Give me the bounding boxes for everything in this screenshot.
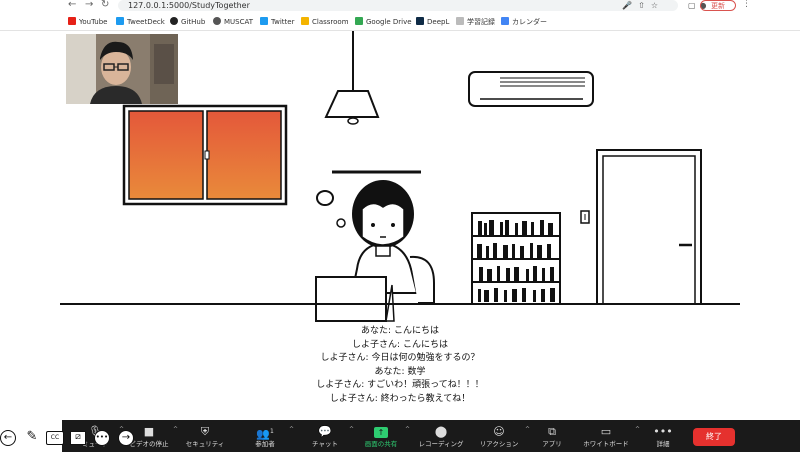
share-screen-button[interactable]: ↑ 画面の共有 ^ — [358, 420, 410, 452]
reaction-icon: ☺ — [493, 425, 505, 438]
whiteboard-button[interactable]: ▭ ホワイトボード ^ — [578, 420, 640, 452]
url-action-icons[interactable]: 🎤⇧☆ — [622, 0, 664, 11]
laptop — [315, 276, 395, 322]
url-text: 127.0.0.1:5000/StudyTogether — [128, 1, 250, 10]
end-meeting-button[interactable]: 終了 — [693, 428, 735, 446]
participants-button[interactable]: 👥1 参加者 ^ — [242, 420, 294, 452]
classroom-icon — [301, 17, 309, 25]
update-button[interactable]: 更新 — [700, 0, 736, 11]
bookmark-classroom[interactable]: Classroom — [301, 17, 349, 27]
bookmark-calendar[interactable]: カレンダー — [501, 17, 547, 27]
chevron-up-icon[interactable]: ^ — [635, 426, 640, 433]
forward-arrow-icon[interactable]: → — [118, 430, 134, 446]
share-screen-icon: ↑ — [358, 424, 404, 440]
bookmark-study-log[interactable]: 学習記録 — [456, 17, 495, 27]
page-icon — [456, 17, 464, 25]
zoom-meeting-toolbar: 🎙 ミュート ^ ■ ビデオの停止 ^ ⛨ セキュリティ 👥1 参加者 ^ 💬 … — [62, 420, 800, 452]
cc-icon[interactable]: CC — [46, 431, 64, 445]
bookmark-deepl[interactable]: DeepL — [416, 17, 449, 27]
tweetdeck-icon — [116, 17, 124, 25]
study-room-scene: あなた: こんにちは しよ子さん: こんにちは しよ子さん: 今日は何の勉強をす… — [0, 31, 800, 420]
apps-icon: ⧉ — [548, 425, 556, 438]
participant-count: 1 — [269, 428, 274, 435]
chat-line: あなた: 数学 — [374, 366, 426, 377]
back-arrow-icon[interactable]: ← — [68, 0, 76, 11]
bookmark-youtube[interactable]: YouTube — [68, 17, 107, 27]
apps-button[interactable]: ⧉ アプリ — [534, 420, 570, 452]
youtube-icon — [68, 17, 76, 25]
chat-line: しよ子さん: すごいわ！頑張ってね！！！ — [316, 380, 484, 390]
chevron-up-icon[interactable]: ^ — [289, 426, 294, 433]
more-icon[interactable]: ••• — [94, 430, 110, 446]
record-button[interactable]: ⬤ レコーディング — [414, 420, 468, 452]
browser-address-bar: ← → ↻ 127.0.0.1:5000/StudyTogether 🎤⇧☆ ▢… — [0, 0, 800, 12]
shield-icon: ⛨ — [200, 425, 210, 438]
bookmarks-bar: YouTube TweetDeck GitHub MUSCAT Twitter … — [0, 12, 800, 31]
reaction-button[interactable]: ☺ リアクション ^ — [474, 420, 530, 452]
bookmark-github[interactable]: GitHub — [170, 17, 205, 27]
bookmark-twitter[interactable]: Twitter — [260, 17, 294, 27]
chat-line: しよ子さん: こんにちは — [352, 339, 448, 350]
chevron-up-icon[interactable]: ^ — [173, 426, 178, 433]
webcam-video[interactable] — [66, 34, 178, 104]
whiteboard-icon: ▭ — [600, 425, 612, 438]
chevron-up-icon[interactable]: ^ — [405, 426, 410, 433]
window — [122, 104, 288, 206]
browser-menu-icon[interactable]: ⋮ — [742, 0, 751, 9]
door — [596, 149, 702, 305]
more-icon: ••• — [653, 425, 673, 438]
webcam-person-image — [66, 34, 178, 104]
bookmark-google-drive[interactable]: Google Drive — [355, 17, 412, 27]
chevron-up-icon[interactable]: ^ — [349, 426, 354, 433]
chat-line: あなた: こんにちは — [361, 326, 439, 336]
more-button[interactable]: ••• 詳細 — [648, 420, 678, 452]
participants-icon: 👥1 — [256, 427, 274, 441]
security-button[interactable]: ⛨ セキュリティ — [182, 420, 228, 452]
bookshelf — [471, 212, 561, 305]
bookmark-muscat[interactable]: MUSCAT — [213, 17, 253, 27]
url-field[interactable]: 127.0.0.1:5000/StudyTogether 🎤⇧☆ — [118, 0, 678, 11]
chat-icon: 💬 — [318, 425, 332, 438]
video-off-icon[interactable]: ⧄ — [70, 431, 86, 445]
chat-line: しよ子さん: 今日は何の勉強をするの？ — [320, 353, 480, 363]
globe-icon — [213, 17, 221, 25]
twitter-icon — [260, 17, 268, 25]
record-icon: ⬤ — [434, 425, 448, 438]
air-conditioner — [468, 71, 594, 107]
screen-share-overlay-tools: ← ✎ CC ⧄ ••• → — [0, 428, 140, 452]
chat-transcript: あなた: こんにちは しよ子さん: こんにちは しよ子さん: 今日は何の勉強をす… — [0, 325, 800, 406]
github-icon — [170, 17, 178, 25]
forward-arrow-icon[interactable]: → — [85, 0, 93, 11]
pencil-icon[interactable]: ✎ — [24, 430, 40, 446]
drive-icon — [355, 17, 363, 25]
back-arrow-icon[interactable]: ← — [0, 430, 16, 446]
bookmark-tweetdeck[interactable]: TweetDeck — [116, 17, 165, 27]
chat-line: しよ子さん: 終わったら教えてね！ — [329, 393, 471, 404]
chat-button[interactable]: 💬 チャット ^ — [302, 420, 354, 452]
pendant-lamp — [324, 31, 380, 125]
chevron-up-icon[interactable]: ^ — [525, 426, 530, 433]
reload-icon[interactable]: ↻ — [101, 0, 109, 11]
deepl-icon — [416, 17, 424, 25]
calendar-icon — [501, 17, 509, 25]
